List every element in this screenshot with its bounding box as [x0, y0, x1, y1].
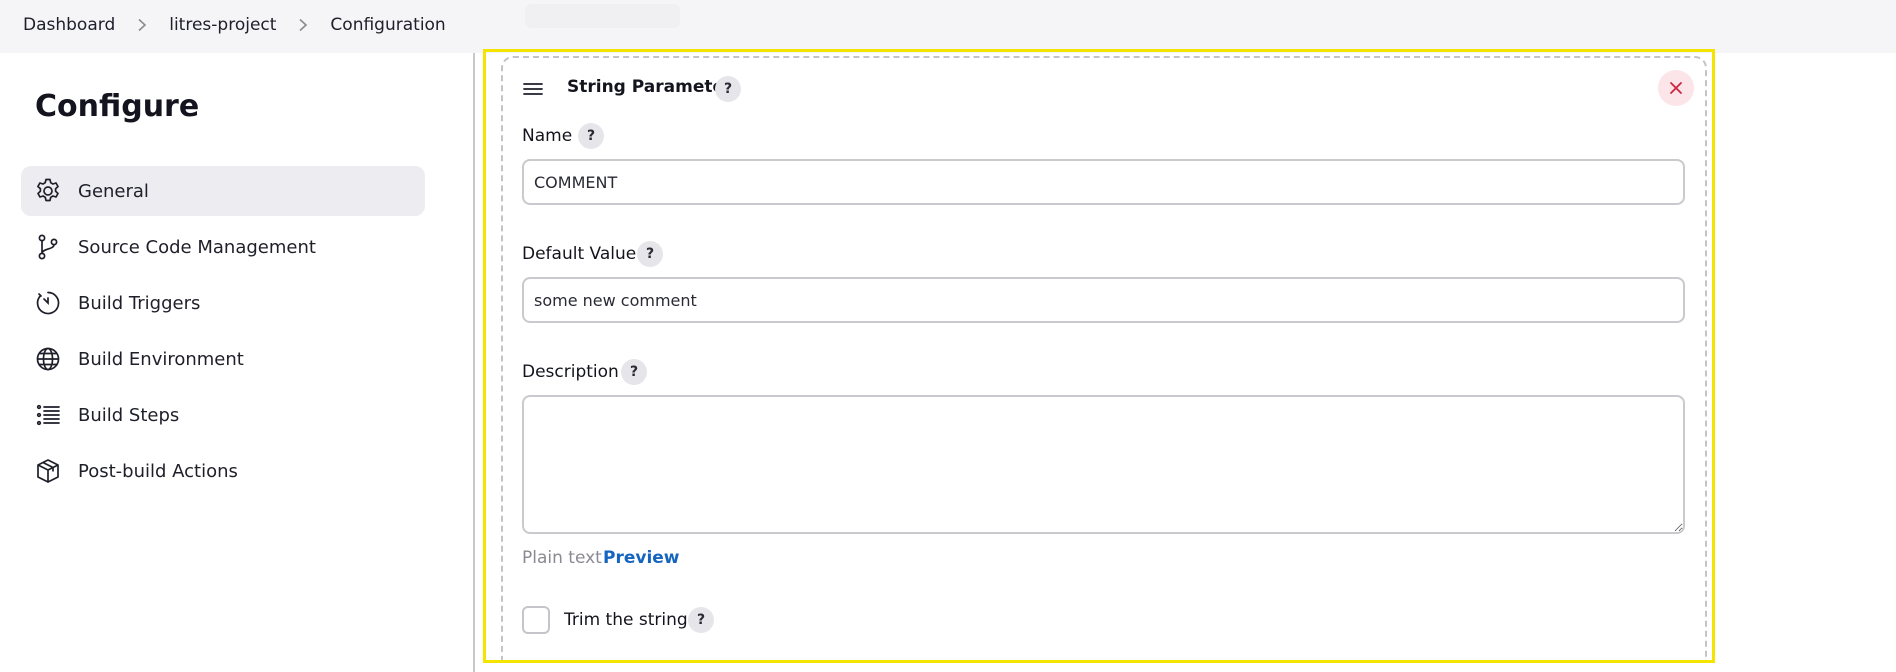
timer-icon — [34, 289, 62, 317]
sidebar-item-label: General — [78, 180, 149, 202]
description-textarea[interactable] — [522, 395, 1685, 534]
plain-text-label: Plain text — [522, 548, 602, 568]
divider — [473, 53, 475, 672]
name-input[interactable] — [522, 159, 1685, 205]
trim-string-label[interactable]: Trim the string — [564, 610, 688, 630]
chevron-right-icon — [135, 18, 149, 32]
sidebar-item-label: Build Steps — [78, 404, 180, 426]
sidebar-item-source-code-management[interactable]: Source Code Management — [21, 222, 425, 272]
preview-link[interactable]: Preview — [603, 548, 680, 568]
faded-tab — [525, 4, 680, 28]
page-title: Configure — [35, 89, 200, 124]
default-value-input[interactable] — [522, 277, 1685, 323]
sidebar-item-build-environment[interactable]: Build Environment — [21, 334, 425, 384]
breadcrumb-configuration[interactable]: Configuration — [330, 15, 445, 35]
breadcrumb-dashboard[interactable]: Dashboard — [23, 15, 115, 35]
package-icon — [34, 457, 62, 485]
gear-icon — [34, 177, 62, 205]
trim-string-checkbox[interactable] — [522, 606, 550, 634]
breadcrumb: Dashboard litres-project Configuration — [23, 0, 446, 50]
help-icon[interactable]: ? — [621, 359, 647, 385]
sidebar-item-build-steps[interactable]: Build Steps — [21, 390, 425, 440]
close-icon — [1670, 82, 1682, 94]
sidebar: General Source Code Management Build Tri… — [21, 166, 425, 502]
breadcrumb-bar: Dashboard litres-project Configuration — [0, 0, 1896, 53]
description-label: Description — [522, 362, 619, 382]
git-branch-icon — [34, 233, 62, 261]
help-icon[interactable]: ? — [688, 607, 714, 633]
sidebar-item-label: Build Triggers — [78, 292, 201, 314]
list-icon — [34, 401, 62, 429]
breadcrumb-project[interactable]: litres-project — [169, 15, 276, 35]
drag-handle-icon[interactable] — [522, 80, 544, 98]
sidebar-item-build-triggers[interactable]: Build Triggers — [21, 278, 425, 328]
sidebar-item-label: Build Environment — [78, 348, 244, 370]
chevron-right-icon — [296, 18, 310, 32]
sidebar-item-post-build-actions[interactable]: Post-build Actions — [21, 446, 425, 496]
default-value-label: Default Value — [522, 244, 637, 264]
sidebar-item-general[interactable]: General — [21, 166, 425, 216]
globe-icon — [34, 345, 62, 373]
card-title: String Parameter — [567, 77, 733, 97]
help-icon[interactable]: ? — [578, 123, 604, 149]
help-icon[interactable]: ? — [637, 241, 663, 267]
close-button[interactable] — [1658, 70, 1694, 106]
name-label: Name — [522, 126, 573, 146]
string-parameter-card — [501, 56, 1707, 660]
sidebar-item-label: Post-build Actions — [78, 460, 238, 482]
help-icon[interactable]: ? — [715, 76, 741, 102]
sidebar-item-label: Source Code Management — [78, 236, 316, 258]
